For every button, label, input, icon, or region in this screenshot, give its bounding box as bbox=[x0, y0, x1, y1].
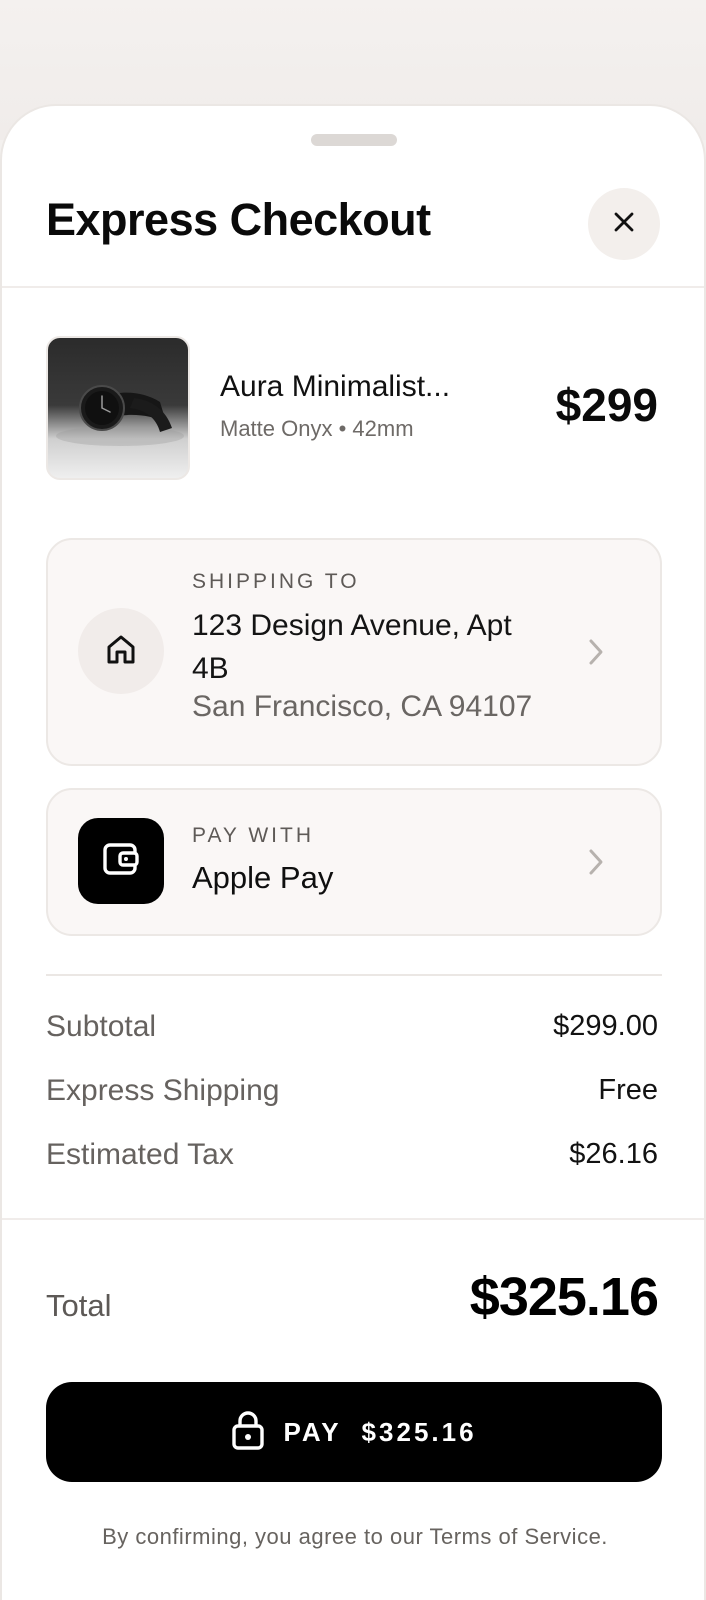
summary-divider bbox=[46, 974, 662, 976]
product-price: $299 bbox=[555, 379, 658, 431]
shipping-label: SHIPPING TO bbox=[192, 570, 360, 593]
wallet-icon bbox=[102, 842, 140, 881]
header-divider bbox=[2, 286, 704, 288]
checkout-sheet: Express Checkout Aura Minimalist... Matt… bbox=[0, 104, 706, 1600]
shipping-cost-label: Express Shipping bbox=[46, 1074, 280, 1107]
home-icon-badge bbox=[78, 608, 164, 694]
pay-button-label: PAY $325.16 bbox=[283, 1416, 477, 1447]
tax-label: Estimated Tax bbox=[46, 1138, 234, 1171]
close-icon bbox=[611, 209, 637, 240]
shipping-address-line2: San Francisco, CA 94107 bbox=[192, 690, 533, 723]
chevron-right-icon bbox=[588, 638, 604, 671]
shipping-cost-value: Free bbox=[598, 1074, 658, 1106]
wallet-icon-badge bbox=[78, 818, 164, 904]
total-label: Total bbox=[46, 1288, 112, 1323]
total-divider bbox=[2, 1218, 704, 1220]
subtotal-label: Subtotal bbox=[46, 1010, 157, 1043]
terms-text: By confirming, you agree to our Terms of… bbox=[102, 1524, 608, 1549]
drag-handle[interactable] bbox=[311, 134, 397, 146]
product-name: Aura Minimalist... bbox=[220, 370, 451, 403]
home-icon bbox=[104, 632, 138, 671]
shipping-address-card[interactable]: SHIPPING TO 123 Design Avenue, Apt 4B Sa… bbox=[46, 538, 662, 766]
payment-method-card[interactable]: PAY WITH Apple Pay bbox=[46, 788, 662, 936]
lock-icon bbox=[231, 1410, 265, 1455]
pay-button[interactable]: PAY $325.16 bbox=[46, 1382, 662, 1482]
page-title: Express Checkout bbox=[46, 194, 431, 245]
chevron-right-icon bbox=[588, 848, 604, 881]
payment-label: PAY WITH bbox=[192, 824, 315, 847]
payment-method-name: Apple Pay bbox=[192, 860, 334, 895]
shipping-address-line1: 123 Design Avenue, Apt 4B bbox=[192, 609, 512, 685]
product-image bbox=[46, 336, 190, 480]
product-variant: Matte Onyx • 42mm bbox=[220, 416, 414, 441]
close-button[interactable] bbox=[588, 188, 660, 260]
total-value: $325.16 bbox=[469, 1267, 659, 1327]
subtotal-value: $299.00 bbox=[553, 1010, 658, 1042]
tax-value: $26.16 bbox=[569, 1138, 658, 1170]
